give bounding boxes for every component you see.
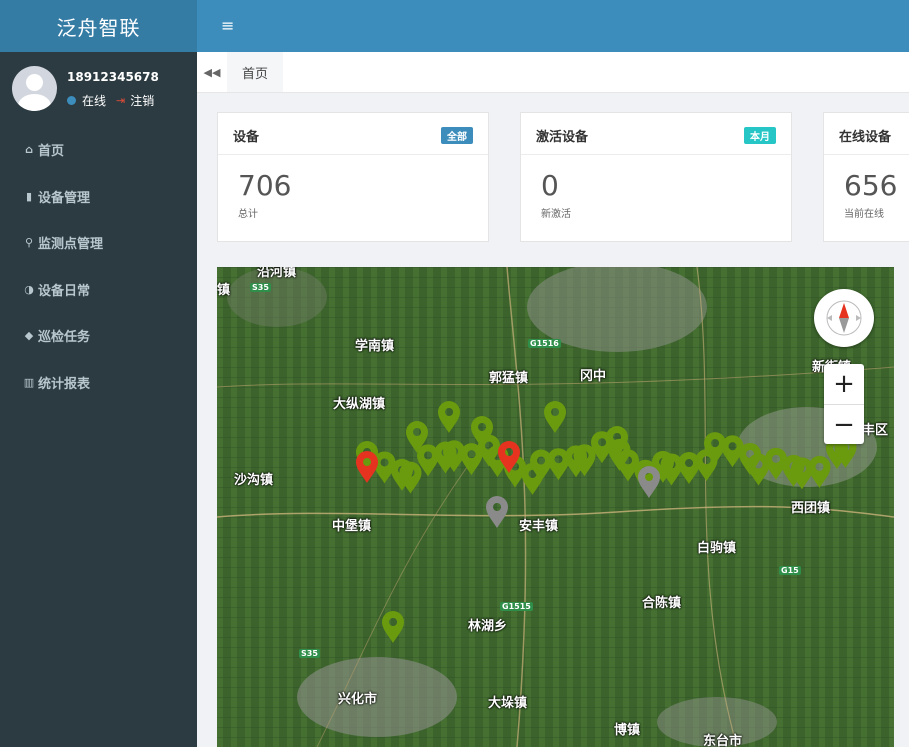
place-label: 合陈镇 bbox=[642, 596, 682, 611]
sidebar-item-device-daily[interactable]: ◑ 设备日常 bbox=[0, 269, 197, 309]
avatar bbox=[12, 66, 57, 111]
card-subtitle: 新激活 bbox=[541, 209, 571, 220]
sidebar-item-device-management[interactable]: ▮ 设备管理 bbox=[0, 176, 197, 216]
sidebar-item-monitor-point-management[interactable]: ⚲ 监测点管理 bbox=[0, 222, 197, 262]
online-status-label: 在线 bbox=[82, 94, 107, 108]
card-value: 706 bbox=[238, 169, 292, 202]
logout-link[interactable]: 注销 bbox=[130, 92, 154, 109]
sidebar-item-label: 首页 bbox=[38, 143, 65, 159]
tab-scroll-left-icon[interactable]: ◀◀ bbox=[197, 52, 228, 92]
sidebar-item-label: 巡检任务 bbox=[38, 329, 91, 345]
place-label: 沿河镇 bbox=[257, 267, 297, 280]
card-title: 激活设备 bbox=[536, 130, 589, 145]
card-subtitle: 当前在线 bbox=[844, 209, 884, 220]
adjust-icon: ◑ bbox=[24, 282, 34, 296]
sidebar-item-statistics-report[interactable]: ▥ 统计报表 bbox=[0, 362, 197, 402]
device-marker[interactable] bbox=[544, 401, 566, 433]
online-device-card: 在线设备 656 当前在线 bbox=[823, 112, 909, 242]
place-label: 西团镇 bbox=[791, 501, 831, 516]
device-marker[interactable] bbox=[617, 449, 639, 482]
zoom-in-button[interactable]: + bbox=[824, 364, 864, 405]
top-navbar: ≡ bbox=[197, 0, 909, 52]
sidebar-item-label: 设备日常 bbox=[38, 283, 91, 299]
place-label: 东台市 bbox=[703, 734, 743, 747]
place-label: 大垛镇 bbox=[488, 696, 528, 711]
user-panel: 18912345678 在线 ⇥ 注销 bbox=[0, 52, 197, 124]
place-label: 安丰镇 bbox=[519, 519, 559, 534]
tab-home[interactable]: 首页 bbox=[227, 52, 283, 92]
tab-bar: ◀◀ 首页 bbox=[197, 52, 909, 93]
app-brand[interactable]: 泛舟智联 bbox=[0, 0, 197, 52]
place-label: 冈中 bbox=[580, 369, 607, 384]
road-sign: S35 bbox=[250, 283, 271, 292]
device-marker[interactable] bbox=[486, 496, 508, 528]
menu-toggle-icon[interactable]: ≡ bbox=[221, 18, 235, 34]
sidebar-item-inspection-tasks[interactable]: ◆ 巡检任务 bbox=[0, 315, 197, 355]
app-title: 泛舟智联 bbox=[56, 15, 141, 40]
card-value: 0 bbox=[541, 169, 559, 202]
device-total-card: 设备 全部 706 总计 bbox=[217, 112, 489, 242]
place-label: 大纵湖镇 bbox=[333, 397, 386, 412]
device-icon: ▮ bbox=[25, 189, 33, 203]
tags-icon: ◆ bbox=[24, 328, 34, 342]
user-status: 在线 ⇥ 注销 bbox=[67, 92, 154, 109]
place-label: 白驹镇 bbox=[697, 541, 737, 556]
online-status-icon bbox=[67, 96, 76, 105]
device-marker[interactable] bbox=[438, 401, 460, 433]
card-badge: 本月 bbox=[744, 127, 776, 144]
place-label: 林湖乡 bbox=[468, 619, 508, 634]
card-badge: 全部 bbox=[441, 127, 473, 144]
zoom-control: + − bbox=[824, 364, 864, 444]
sidebar-item-label: 设备管理 bbox=[38, 190, 91, 206]
place-label: 沙沟镇 bbox=[234, 473, 274, 488]
road-sign: S35 bbox=[299, 649, 320, 658]
sidebar: 18912345678 在线 ⇥ 注销 ⌂ 首页 ▮ 设备管理 ⚲ 监测点管理 ◑ 设备… bbox=[0, 52, 197, 747]
activated-device-card: 激活设备 本月 0 新激活 bbox=[520, 112, 792, 242]
place-label: 郭猛镇 bbox=[489, 371, 529, 386]
map-marker-icon: ⚲ bbox=[24, 235, 34, 249]
road-sign: G1516 bbox=[528, 339, 561, 348]
device-marker[interactable] bbox=[471, 416, 493, 448]
sidebar-item-label: 统计报表 bbox=[38, 376, 91, 392]
card-subtitle: 总计 bbox=[238, 209, 258, 220]
logout-icon[interactable]: ⇥ bbox=[116, 94, 125, 107]
road-sign: G1515 bbox=[500, 602, 533, 611]
zoom-out-button[interactable]: − bbox=[824, 405, 864, 445]
place-label: 兴化市 bbox=[338, 692, 378, 707]
road-sign: G15 bbox=[779, 566, 801, 575]
place-label: 镇 bbox=[217, 283, 231, 298]
device-marker[interactable] bbox=[382, 611, 404, 643]
user-phone: 18912345678 bbox=[67, 70, 159, 84]
place-label: 丰区 bbox=[862, 423, 889, 438]
place-label: 博镇 bbox=[614, 723, 641, 738]
place-label: 学南镇 bbox=[355, 339, 395, 354]
device-marker[interactable] bbox=[808, 455, 831, 488]
card-title: 设备 bbox=[233, 130, 260, 145]
bar-chart-icon: ▥ bbox=[23, 375, 35, 389]
sidebar-item-home[interactable]: ⌂ 首页 bbox=[0, 129, 197, 169]
card-value: 656 bbox=[844, 169, 898, 202]
compass-icon[interactable] bbox=[814, 289, 874, 347]
card-title: 在线设备 bbox=[839, 130, 892, 145]
device-marker[interactable] bbox=[638, 466, 660, 498]
device-marker[interactable] bbox=[356, 451, 378, 483]
satellite-map[interactable]: 沿河镇 学南镇 郭猛镇 冈中 大纵湖镇 沙沟镇 中堡镇 安丰镇 白驹镇 西团镇 … bbox=[217, 267, 894, 747]
place-label: 中堡镇 bbox=[332, 519, 372, 534]
home-icon: ⌂ bbox=[25, 142, 33, 156]
sidebar-item-label: 监测点管理 bbox=[38, 236, 104, 252]
